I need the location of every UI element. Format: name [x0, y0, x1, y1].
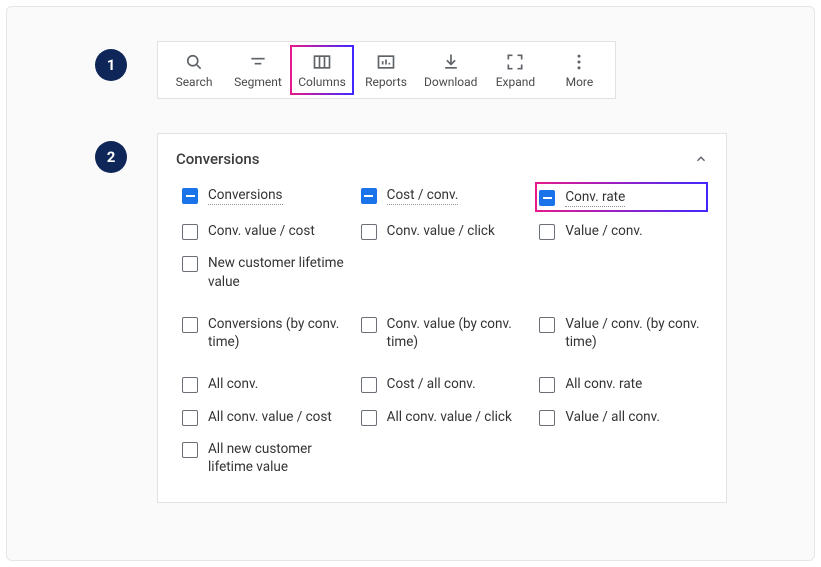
checkbox-empty-icon[interactable] — [182, 224, 198, 240]
metric-item[interactable]: Conv. value / click — [359, 218, 530, 244]
more-button[interactable]: More — [547, 47, 611, 93]
segment-button[interactable]: Segment — [226, 47, 290, 93]
download-icon — [441, 51, 461, 73]
reports-button[interactable]: Reports — [354, 47, 418, 93]
checkbox-empty-icon[interactable] — [361, 410, 377, 426]
step-badge-2: 2 — [95, 141, 127, 173]
checkbox-indeterminate-icon[interactable] — [539, 190, 555, 206]
columns-icon — [312, 51, 332, 73]
grid-gap — [180, 361, 708, 365]
metric-item[interactable]: Value / all conv. — [537, 404, 708, 430]
metric-item[interactable]: Cost / all conv. — [359, 371, 530, 397]
checkbox-empty-icon[interactable] — [361, 377, 377, 393]
grid-spacer — [537, 250, 708, 294]
metric-label: Conversions — [208, 186, 283, 204]
metric-label: Conversions (by conv. time) — [208, 315, 348, 351]
metric-label: All new customer lifetime value — [208, 440, 348, 476]
metric-item[interactable]: Value / conv. — [537, 218, 708, 244]
metric-label: Value / conv. (by conv. time) — [565, 315, 705, 351]
checkbox-empty-icon[interactable] — [539, 377, 555, 393]
toolbar-label: Download — [424, 75, 477, 89]
metric-item[interactable]: All conv. rate — [537, 371, 708, 397]
expand-icon — [505, 51, 525, 73]
checkbox-empty-icon[interactable] — [182, 377, 198, 393]
checkbox-empty-icon[interactable] — [182, 410, 198, 426]
metric-item[interactable]: Conversions (by conv. time) — [180, 311, 351, 355]
metric-item[interactable]: New customer lifetime value — [180, 250, 351, 294]
checkbox-empty-icon[interactable] — [182, 317, 198, 333]
checkbox-empty-icon[interactable] — [539, 410, 555, 426]
metric-item[interactable]: Conv. value / cost — [180, 218, 351, 244]
metric-label: Conv. value (by conv. time) — [387, 315, 527, 351]
checkbox-indeterminate-icon[interactable] — [361, 188, 377, 204]
more-icon — [569, 51, 589, 73]
step-badge-1: 1 — [95, 49, 127, 81]
checkbox-empty-icon[interactable] — [361, 224, 377, 240]
metric-label: Value / all conv. — [565, 408, 660, 426]
metric-item[interactable]: Value / conv. (by conv. time) — [537, 311, 708, 355]
metric-label: All conv. value / click — [387, 408, 512, 426]
chevron-up-icon[interactable] — [694, 152, 708, 166]
search-icon — [184, 51, 204, 73]
metric-label: All conv. rate — [565, 375, 642, 393]
metric-item[interactable]: Conversions — [180, 182, 351, 212]
search-button[interactable]: Search — [162, 47, 226, 93]
expand-button[interactable]: Expand — [483, 47, 547, 93]
metric-label: Conv. value / click — [387, 222, 495, 240]
toolbar-label: More — [566, 75, 594, 89]
download-button[interactable]: Download — [418, 47, 483, 93]
metric-item[interactable]: All conv. value / click — [359, 404, 530, 430]
metric-item[interactable]: Conv. value (by conv. time) — [359, 311, 530, 355]
metric-item[interactable]: All conv. — [180, 371, 351, 397]
metric-label: New customer lifetime value — [208, 254, 348, 290]
metric-label: Value / conv. — [565, 222, 642, 240]
checkbox-empty-icon[interactable] — [539, 224, 555, 240]
toolbar-label: Search — [176, 75, 213, 89]
toolbar-label: Segment — [234, 75, 282, 89]
grid-gap — [180, 301, 708, 305]
metric-label: Conv. value / cost — [208, 222, 315, 240]
checkbox-empty-icon[interactable] — [182, 442, 198, 458]
metric-label: All conv. — [208, 375, 258, 393]
checkbox-empty-icon[interactable] — [182, 256, 198, 272]
toolbar-label: Expand — [496, 75, 535, 89]
conversions-panel: Conversions Conversions Cost / conv. Conv.… — [157, 133, 727, 503]
reports-icon — [376, 51, 396, 73]
segment-icon — [248, 51, 268, 73]
metric-item[interactable]: Conv. rate — [535, 182, 708, 212]
metric-label: All conv. value / cost — [208, 408, 332, 426]
metrics-grid: Conversions Cost / conv. Conv. rate Conv. v… — [180, 182, 708, 480]
grid-spacer — [359, 250, 530, 294]
checkbox-indeterminate-icon[interactable] — [182, 188, 198, 204]
toolbar-label: Columns — [298, 75, 346, 89]
metric-label: Cost / all conv. — [387, 375, 476, 393]
metric-item[interactable]: All new customer lifetime value — [180, 436, 351, 480]
metric-item[interactable]: Cost / conv. — [359, 182, 530, 212]
toolbar-label: Reports — [365, 75, 407, 89]
checkbox-empty-icon[interactable] — [539, 317, 555, 333]
panel-title: Conversions — [176, 150, 259, 168]
metric-label: Conv. rate — [565, 188, 625, 206]
toolbar: Search Segment Columns Reports Download Expan… — [157, 41, 616, 99]
metric-label: Cost / conv. — [387, 186, 459, 204]
metric-item[interactable]: All conv. value / cost — [180, 404, 351, 430]
checkbox-empty-icon[interactable] — [361, 317, 377, 333]
columns-button[interactable]: Columns — [290, 45, 354, 95]
